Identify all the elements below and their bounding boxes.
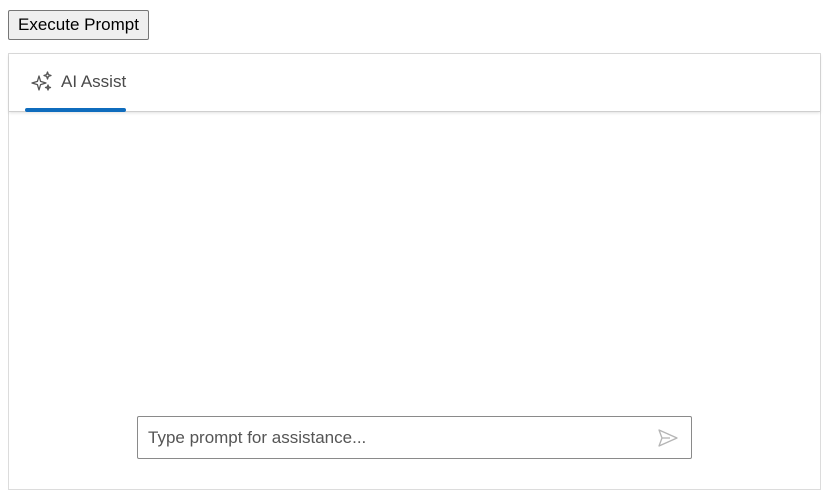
- active-tab-indicator: [25, 108, 126, 112]
- panel-header: AI Assist: [9, 54, 820, 112]
- prompt-input[interactable]: [148, 417, 643, 458]
- prompt-box: [137, 416, 692, 459]
- ai-assist-panel: AI Assist: [8, 53, 821, 490]
- tab-ai-assist[interactable]: AI Assist: [25, 54, 127, 112]
- tab-ai-assist-label: AI Assist: [61, 72, 127, 91]
- execute-prompt-button[interactable]: Execute Prompt: [8, 10, 149, 40]
- send-icon[interactable]: [657, 428, 679, 448]
- sparkle-icon: [31, 71, 53, 93]
